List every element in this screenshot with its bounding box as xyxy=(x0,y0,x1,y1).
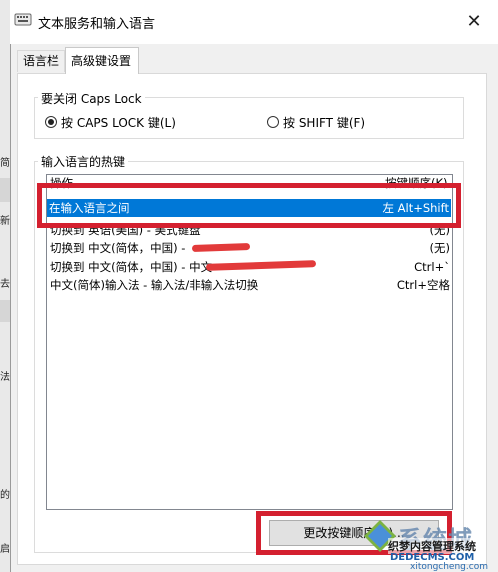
hotkeys-legend: 输入语言的热键 xyxy=(38,153,129,170)
caps-lock-radio[interactable] xyxy=(45,116,57,128)
background-text: 启 xyxy=(0,544,10,555)
background-text: 简 xyxy=(0,158,10,169)
row-keys: (无) xyxy=(429,241,450,255)
background-text: 的 xyxy=(0,490,10,501)
keyboard-icon xyxy=(14,10,32,28)
list-item[interactable]: 中文(简体)输入法 - 输入法/非输入法切换 Ctrl+空格 xyxy=(50,276,450,294)
dialog-title: 文本服务和输入语言 xyxy=(38,17,156,32)
caps-lock-legend: 要关闭 Caps Lock xyxy=(38,90,145,107)
close-button[interactable]: ✕ xyxy=(452,4,496,40)
row-keys: Ctrl+` xyxy=(414,260,450,274)
tab-advanced-key-settings[interactable]: 高级键设置 xyxy=(65,47,139,74)
shift-radio-label[interactable]: 按 SHIFT 键(F) xyxy=(283,114,365,131)
background-text: 法 xyxy=(0,372,10,383)
shift-radio[interactable] xyxy=(267,116,279,128)
tab-language-bar[interactable]: 语言栏 xyxy=(17,50,65,72)
watermark-line3: xitongcheng.com xyxy=(410,562,488,572)
radio-dot xyxy=(48,119,54,125)
background-control xyxy=(0,178,10,202)
highlight-box xyxy=(37,183,461,228)
row-action: 切换到 中文(简体，中国) - xyxy=(50,241,186,255)
background-control xyxy=(0,300,10,322)
row-keys: Ctrl+空格 xyxy=(396,278,450,292)
caps-lock-radio-label[interactable]: 按 CAPS LOCK 键(L) xyxy=(61,114,176,131)
close-icon: ✕ xyxy=(466,11,482,32)
row-action: 中文(简体)输入法 - 输入法/非输入法切换 xyxy=(50,278,259,292)
background-text: 去 xyxy=(0,279,10,290)
list-item[interactable]: 切换到 中文(简体，中国) - (无) xyxy=(50,239,450,257)
background-text: 新 xyxy=(0,216,10,227)
row-action: 切换到 中文(简体，中国) - 中文 xyxy=(50,260,213,274)
